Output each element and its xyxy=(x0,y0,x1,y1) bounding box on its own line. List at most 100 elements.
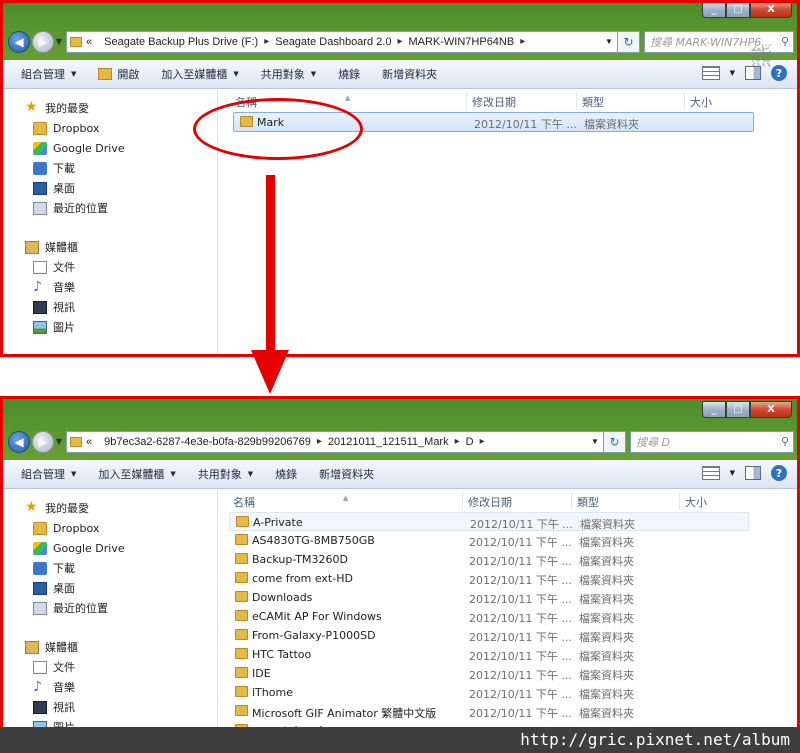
file-row[interactable]: Microsoft GIF Animator 繁體中文版 2012/10/11 下… xyxy=(229,702,749,721)
breadcrumb-drive[interactable]: Seagate Backup Plus Drive (F:) xyxy=(104,36,258,48)
breadcrumb-backup[interactable]: 20121011_121511_Mark xyxy=(328,436,449,448)
close-button[interactable]: X xyxy=(750,401,792,418)
change-view-icon[interactable] xyxy=(701,466,720,480)
sidebar-item-desktop[interactable]: 桌面 xyxy=(3,578,217,598)
close-button[interactable]: X xyxy=(750,1,792,18)
back-button[interactable]: ◀ xyxy=(8,30,30,53)
breadcrumb-arrow-icon[interactable]: ▸ xyxy=(317,436,322,447)
burn-button[interactable]: 燒錄 xyxy=(275,466,297,482)
sidebar-item-desktop[interactable]: 桌面 xyxy=(3,178,217,198)
column-divider[interactable] xyxy=(684,92,685,110)
address-dropdown-icon[interactable]: ▼ xyxy=(601,37,617,46)
sidebar-item-favorites[interactable]: ★ 我的最愛 xyxy=(3,98,217,118)
forward-button[interactable]: ▶ xyxy=(32,30,54,53)
column-divider[interactable] xyxy=(571,492,572,510)
minimize-button[interactable]: _ xyxy=(702,401,726,418)
file-row[interactable]: eCAMit AP For Windows 2012/10/11 下午 ... 檔案… xyxy=(229,607,749,626)
search-icon[interactable]: ⚲ xyxy=(777,35,793,48)
sidebar-item-dropbox[interactable]: Dropbox xyxy=(3,118,217,138)
sidebar-item-music[interactable]: ♪ 音樂 xyxy=(3,677,217,697)
share-with-button[interactable]: 共用對象 ▼ xyxy=(261,66,316,82)
column-header-date[interactable]: 修改日期 xyxy=(472,94,516,110)
breadcrumb-arrow-icon[interactable]: ▸ xyxy=(397,36,402,47)
breadcrumb-arrow-icon[interactable]: ▸ xyxy=(520,36,525,47)
sidebar-item-videos[interactable]: 視訊 xyxy=(3,697,217,717)
file-row-mark[interactable]: Mark 2012/10/11 下午 ... 檔案資料夾 xyxy=(233,112,754,132)
column-divider[interactable] xyxy=(466,92,467,110)
sidebar-item-libraries[interactable]: 媒體櫃 xyxy=(3,637,217,657)
column-header-date[interactable]: 修改日期 xyxy=(468,494,512,510)
sidebar-item-google-drive[interactable]: Google Drive xyxy=(3,538,217,558)
sidebar-item-pictures[interactable]: 圖片 xyxy=(3,317,217,337)
sidebar-item-downloads[interactable]: 下載 xyxy=(3,158,217,178)
sidebar-item-videos[interactable]: 視訊 xyxy=(3,297,217,317)
preview-pane-icon[interactable] xyxy=(745,466,761,480)
file-row[interactable]: AS4830TG-8MB750GB 2012/10/11 下午 ... 檔案資料夾 xyxy=(229,531,749,550)
recent-pages-dropdown-icon[interactable]: ▼ xyxy=(54,37,64,46)
column-header-name[interactable]: 名稱 xyxy=(235,94,257,110)
include-in-library-button[interactable]: 加入至媒體櫃 ▼ xyxy=(98,466,175,482)
file-row[interactable]: IDE 2012/10/11 下午 ... 檔案資料夾 xyxy=(229,664,749,683)
minimize-button[interactable]: _ xyxy=(702,1,726,18)
chevron-down-icon[interactable]: ▼ xyxy=(730,469,735,477)
sidebar-item-recent[interactable]: 最近的位置 xyxy=(3,598,217,618)
maximize-button[interactable]: □ xyxy=(726,401,750,418)
breadcrumb-arrow-icon[interactable]: ▸ xyxy=(455,436,460,447)
breadcrumb-arrow-icon[interactable]: ▸ xyxy=(264,36,269,47)
sidebar-item-documents[interactable]: 文件 xyxy=(3,257,217,277)
search-icon[interactable]: ⚲ xyxy=(777,435,793,448)
refresh-icon[interactable]: ↻ xyxy=(604,430,626,453)
breadcrumb-arrow-icon[interactable]: ▸ xyxy=(480,436,485,447)
column-header-size[interactable]: 大小 xyxy=(690,94,712,110)
share-with-button[interactable]: 共用對象 ▼ xyxy=(198,466,253,482)
column-divider[interactable] xyxy=(576,92,577,110)
change-view-icon[interactable] xyxy=(701,66,720,80)
forward-button[interactable]: ▶ xyxy=(32,430,54,453)
sidebar-item-dropbox[interactable]: Dropbox xyxy=(3,518,217,538)
back-button[interactable]: ◀ xyxy=(8,430,30,453)
column-divider[interactable] xyxy=(679,492,680,510)
column-header-type[interactable]: 類型 xyxy=(582,94,604,110)
breadcrumb-d[interactable]: D xyxy=(466,436,474,448)
help-icon[interactable]: ? xyxy=(771,65,787,81)
new-folder-button[interactable]: 新增資料夾 xyxy=(319,466,374,482)
sidebar-item-libraries[interactable]: 媒體櫃 xyxy=(3,237,217,257)
chevron-down-icon[interactable]: ▼ xyxy=(730,69,735,77)
file-row[interactable]: HTC Tattoo 2012/10/11 下午 ... 檔案資料夾 xyxy=(229,645,749,664)
help-icon[interactable]: ? xyxy=(771,465,787,481)
column-header-size[interactable]: 大小 xyxy=(685,494,707,510)
refresh-icon[interactable]: ↻ xyxy=(618,30,640,53)
recent-pages-dropdown-icon[interactable]: ▼ xyxy=(54,437,64,446)
column-divider[interactable] xyxy=(462,492,463,510)
sidebar-item-music[interactable]: ♪ 音樂 xyxy=(3,277,217,297)
column-header-name[interactable]: 名稱 xyxy=(233,494,255,510)
organize-button[interactable]: 組合管理 ▼ xyxy=(21,466,76,482)
file-row[interactable]: From-Galaxy-P1000SD 2012/10/11 下午 ... 檔案資料… xyxy=(229,626,749,645)
address-bar[interactable]: « 9b7ec3a2-6287-4e3e-b0fa-829b99206769 ▸… xyxy=(66,430,604,453)
file-row[interactable]: Downloads 2012/10/11 下午 ... 檔案資料夾 xyxy=(229,588,749,607)
breadcrumb-guid[interactable]: 9b7ec3a2-6287-4e3e-b0fa-829b99206769 xyxy=(104,436,311,448)
new-folder-button[interactable]: 新增資料夾 xyxy=(382,66,437,82)
breadcrumb-dashboard[interactable]: Seagate Dashboard 2.0 xyxy=(275,36,391,48)
sidebar-item-downloads[interactable]: 下載 xyxy=(3,558,217,578)
include-in-library-button[interactable]: 加入至媒體櫃 ▼ xyxy=(161,66,238,82)
organize-button[interactable]: 組合管理 ▼ xyxy=(21,66,76,82)
breadcrumb-overflow[interactable]: « xyxy=(86,436,92,448)
column-header-type[interactable]: 類型 xyxy=(577,494,599,510)
maximize-button[interactable]: □ xyxy=(726,1,750,18)
address-bar[interactable]: « Seagate Backup Plus Drive (F:) ▸ Seaga… xyxy=(66,30,618,53)
file-row[interactable]: Backup-TM3260D 2012/10/11 下午 ... 檔案資料夾 xyxy=(229,550,749,569)
open-button[interactable]: 開啟 xyxy=(98,66,139,82)
breadcrumb-overflow[interactable]: « xyxy=(86,36,92,48)
file-row[interactable]: come from ext-HD 2012/10/11 下午 ... 檔案資料夾 xyxy=(229,569,749,588)
breadcrumb-computer[interactable]: MARK-WIN7HP64NB xyxy=(408,36,514,48)
burn-button[interactable]: 燒錄 xyxy=(338,66,360,82)
address-dropdown-icon[interactable]: ▼ xyxy=(587,437,603,446)
file-row[interactable]: A-Private 2012/10/11 下午 ... 檔案資料夾 xyxy=(229,512,749,531)
search-input[interactable]: 搜尋 D ⚲ xyxy=(630,430,794,453)
sidebar-item-favorites[interactable]: ★ 我的最愛 xyxy=(3,498,217,518)
file-row[interactable]: iThome 2012/10/11 下午 ... 檔案資料夾 xyxy=(229,683,749,702)
sidebar-item-documents[interactable]: 文件 xyxy=(3,657,217,677)
sidebar-item-google-drive[interactable]: Google Drive xyxy=(3,138,217,158)
sidebar-item-recent[interactable]: 最近的位置 xyxy=(3,198,217,218)
